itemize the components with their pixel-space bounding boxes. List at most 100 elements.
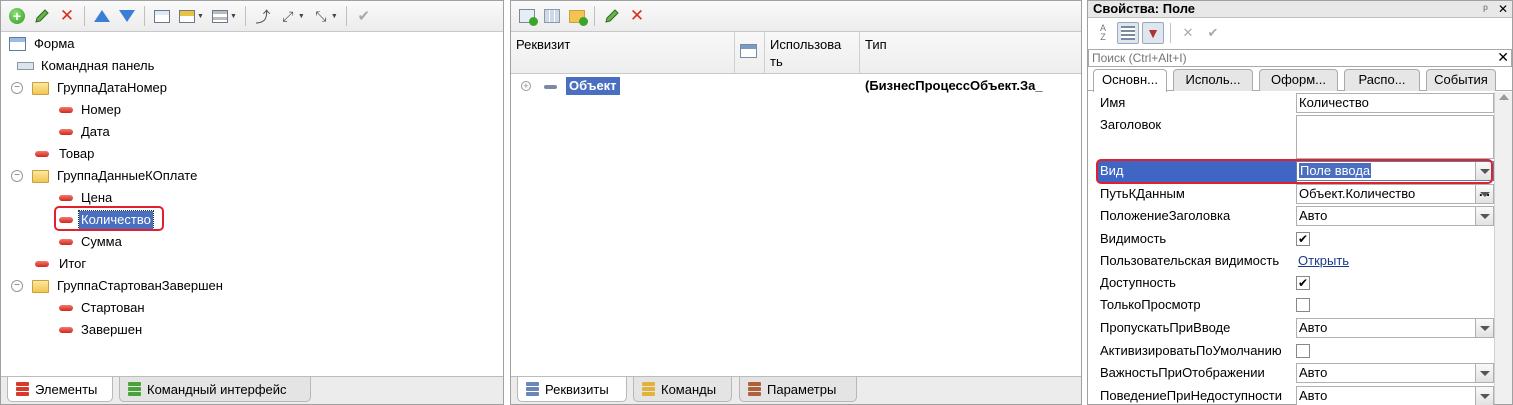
tab-parameters[interactable]: Параметры [739,377,857,402]
edit-button[interactable] [31,5,53,27]
unavailable-behavior-select[interactable]: Авто [1296,386,1494,405]
field-icon [59,327,73,333]
tree-item[interactable]: Товар [1,143,503,165]
tab-label: Командный интерфейс [147,381,287,397]
column-header-icon[interactable] [735,32,765,73]
tree-item[interactable]: Командная панель [1,55,503,77]
chevron-down-icon[interactable] [1475,364,1493,382]
tab-use[interactable]: Исполь... [1173,69,1253,91]
data-path-field[interactable]: Объект.Количество ... [1296,184,1494,204]
property-label: ПутьКДанным [1100,186,1185,201]
delete-attribute-button[interactable]: ✕ [626,5,648,27]
title-field[interactable] [1296,115,1494,159]
properties-scrollbar[interactable] [1494,92,1512,404]
move-down-button[interactable] [116,5,138,27]
tab-attributes[interactable]: Реквизиты [517,377,627,402]
add-column-button[interactable] [541,5,563,27]
tab-command-interface[interactable]: Командный интерфейс [119,377,311,402]
add-button[interactable]: + [6,5,28,27]
clear-button[interactable]: ✕ [1177,22,1199,44]
column-header-attribute[interactable]: Реквизит [511,32,735,73]
chevron-down-icon[interactable] [1475,319,1493,337]
dropdown-arrow-icon: ▼ [297,12,305,20]
grid-icon [544,9,560,23]
search-input[interactable] [1089,50,1489,66]
close-button[interactable]: ✕ [1498,1,1508,17]
tree-item[interactable]: Стартован [1,297,503,319]
undo-button[interactable]: ⤴ [252,5,274,27]
ellipsis-button[interactable]: ... [1475,185,1493,203]
tab-label: Команды [661,381,717,397]
delete-button[interactable]: ✕ [56,5,78,27]
chevron-down-icon[interactable] [1475,207,1493,225]
add-group-button[interactable] [566,5,588,27]
property-label: Доступность [1100,275,1176,290]
tree-item[interactable]: Завершен [1,319,503,341]
group-button[interactable] [209,5,231,27]
edit-attribute-button[interactable] [601,5,623,27]
layout-button[interactable] [176,5,198,27]
stretch-button[interactable]: ⤡ [310,5,332,27]
tree-item[interactable]: Сумма [1,231,503,253]
tree-item[interactable]: − ГруппаДатаНомер [1,77,503,99]
toolbar-separator [144,6,145,26]
resize-button[interactable]: ⤢ [277,5,299,27]
delete-icon: ✕ [629,6,645,25]
visible-checkbox[interactable]: ✔ [1296,232,1310,246]
tab-design[interactable]: Оформ... [1259,69,1338,91]
tab-main[interactable]: Основн... [1093,69,1167,92]
apply-button[interactable]: ✔ [1202,22,1224,44]
expand-icon[interactable]: + [521,81,531,91]
tab-layout[interactable]: Распо... [1344,69,1420,91]
tree-item[interactable]: − ГруппаСтартованЗавершен [1,275,503,297]
title-location-select[interactable]: Авто [1296,206,1494,226]
tab-elements[interactable]: Элементы [7,377,113,402]
sort-button[interactable]: AZ [1092,22,1114,44]
column-header-use[interactable]: Использова ть [765,32,860,73]
pencil-icon [605,9,619,23]
tree-item[interactable]: Итог [1,253,503,275]
tab-commands[interactable]: Команды [633,377,732,402]
highlight-frame [1096,159,1493,184]
collapse-icon[interactable]: − [11,82,23,94]
display-importance-select[interactable]: Авто [1296,363,1494,383]
property-label: Видимость [1100,231,1167,246]
skip-on-input-select[interactable]: Авто [1296,318,1494,338]
table-row[interactable]: + Объект (БизнесПроцессОбъект.За_ [511,77,1081,97]
form-elements-panel: + ✕ ▼ ▼ ⤴ ⤢ ▼ ⤡ ▼ ✔ Форма Командная панель… [0,0,504,405]
group-icon [211,9,228,23]
folder-icon [32,81,49,95]
properties-panel: Свойства: Поле ᵖ ✕ AZ ▼ ✕ ✔ ✕ Основн... … [1087,0,1513,405]
activate-default-checkbox[interactable] [1296,344,1310,358]
column-header-type[interactable]: Тип [860,32,1081,73]
name-field[interactable]: Количество [1296,93,1494,113]
form-view-button[interactable] [151,5,173,27]
resize-icon: ⤢ [282,7,294,24]
property-row: ТолькоПросмотр [1088,294,1494,316]
collapse-icon[interactable]: − [11,170,23,182]
delete-icon: ✕ [59,6,75,25]
filter-button[interactable]: ▼ [1142,22,1164,44]
collapse-icon[interactable]: − [11,280,23,292]
search-clear-icon[interactable]: ✕ [1497,49,1509,66]
pencil-icon [35,9,49,23]
open-link[interactable]: Открыть [1298,250,1349,272]
move-up-button[interactable] [91,5,113,27]
add-attribute-button[interactable] [516,5,538,27]
property-search: ✕ [1088,49,1512,67]
scroll-up-icon[interactable] [1499,94,1509,100]
categories-button[interactable] [1117,22,1139,44]
tree-item[interactable]: − ГруппаДанныеКОплате [1,165,503,187]
tree-item[interactable]: Дата [1,121,503,143]
arrow-down-icon [119,10,135,22]
check-button[interactable]: ✔ [353,5,375,27]
tree-item[interactable]: Форма [1,33,503,55]
tree-item[interactable]: Номер [1,99,503,121]
property-label: Имя [1100,95,1126,110]
read-only-checkbox[interactable] [1296,298,1310,312]
tab-events[interactable]: События [1426,69,1496,91]
chevron-down-icon[interactable] [1475,387,1493,405]
property-label: Заголовок [1100,117,1162,132]
pin-button[interactable]: ᵖ [1483,1,1488,17]
enabled-checkbox[interactable]: ✔ [1296,276,1310,290]
